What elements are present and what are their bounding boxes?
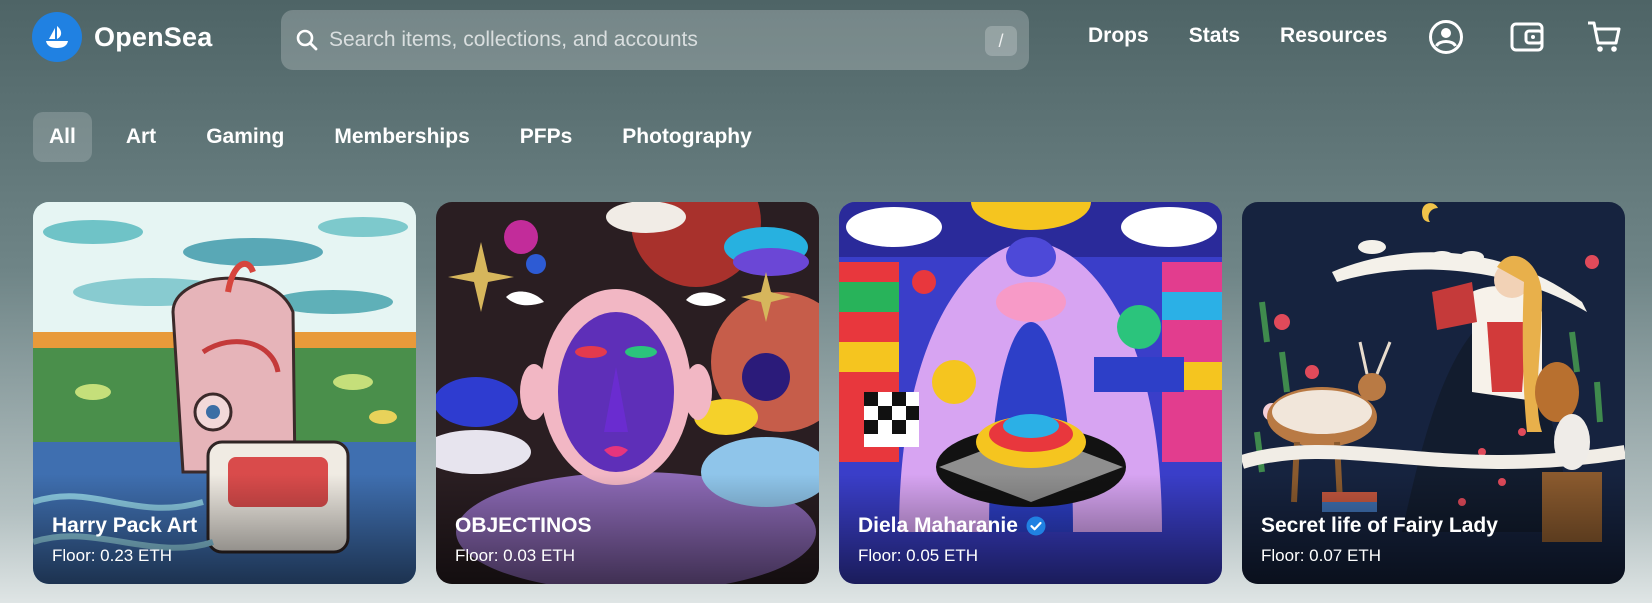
verified-badge-icon [1026, 516, 1046, 536]
brand-name: OpenSea [94, 21, 213, 52]
collection-name: Harry Pack Art [52, 514, 198, 537]
collection-carousel: Harry Pack Art Floor: 0.23 ETH OBJECTINO… [33, 202, 1645, 584]
wallet-icon[interactable] [1508, 18, 1546, 56]
collection-card-objectinos[interactable]: OBJECTINOS Floor: 0.03 ETH [436, 202, 819, 584]
top-navbar: OpenSea / Drops Stats Resources [0, 0, 1652, 80]
category-tabs: All Art Gaming Memberships PFPs Photogra… [33, 112, 786, 162]
nav-link-resources[interactable]: Resources [1280, 24, 1387, 48]
collection-floor-price: Floor: 0.03 ETH [455, 546, 575, 565]
tab-pfps[interactable]: PFPs [504, 112, 589, 162]
search-icon [295, 27, 321, 53]
tab-art[interactable]: Art [110, 112, 172, 162]
collection-floor-price: Floor: 0.05 ETH [858, 546, 978, 565]
profile-icon[interactable] [1427, 18, 1465, 56]
collection-name: Secret life of Fairy Lady [1261, 514, 1498, 537]
search-shortcut-key: / [985, 26, 1017, 56]
collection-card-diela-maharanie[interactable]: Diela Maharanie Floor: 0.05 ETH [839, 202, 1222, 584]
search-bar[interactable]: / [281, 10, 1029, 70]
cart-icon[interactable] [1585, 18, 1623, 56]
nav-link-stats[interactable]: Stats [1189, 24, 1240, 48]
collection-card-harry-pack-art[interactable]: Harry Pack Art Floor: 0.23 ETH [33, 202, 416, 584]
collection-floor-price: Floor: 0.07 ETH [1261, 546, 1381, 565]
tab-memberships[interactable]: Memberships [318, 112, 485, 162]
opensea-logo[interactable]: OpenSea [32, 12, 212, 62]
search-input[interactable] [329, 28, 969, 52]
collection-floor-price: Floor: 0.23 ETH [52, 546, 172, 565]
tab-gaming[interactable]: Gaming [190, 112, 300, 162]
nav-link-drops[interactable]: Drops [1088, 24, 1149, 48]
tab-all[interactable]: All [33, 112, 92, 162]
collection-name: OBJECTINOS [455, 514, 592, 537]
collection-name: Diela Maharanie [858, 514, 1018, 537]
tab-photography[interactable]: Photography [606, 112, 768, 162]
collection-card-secret-life-of-fairy-lady[interactable]: Secret life of Fairy Lady Floor: 0.07 ET… [1242, 202, 1625, 584]
opensea-boat-icon [32, 12, 82, 62]
